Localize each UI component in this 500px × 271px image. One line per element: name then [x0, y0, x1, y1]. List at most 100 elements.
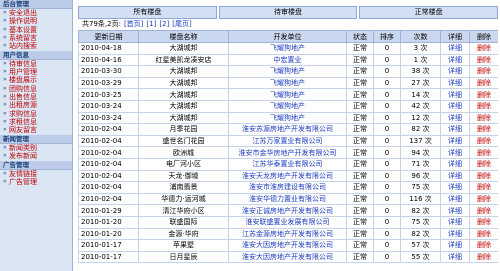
cell-developer-link[interactable]: 淮安大因房地产开发有限公司 — [228, 250, 347, 264]
cell-order: 0 — [373, 192, 401, 206]
sidebar-item[interactable]: » 发布新闻 — [0, 152, 72, 160]
header-count: 次数 — [400, 30, 441, 43]
pagination-last-link[interactable]: [尾页] — [172, 20, 191, 28]
detail-link[interactable]: 详细 — [440, 76, 470, 90]
cell-developer-link[interactable]: 飞耀狗地产 — [228, 42, 347, 55]
delete-link[interactable]: 删除 — [469, 157, 498, 171]
detail-link[interactable]: 详细 — [440, 88, 470, 101]
delete-link[interactable]: 删除 — [469, 146, 498, 159]
cell-developer-link[interactable]: 淮安市淮房建设有限公司 — [228, 181, 347, 194]
detail-link[interactable]: 详细 — [440, 204, 470, 217]
detail-link[interactable]: 详细 — [440, 146, 470, 159]
delete-link[interactable]: 删除 — [469, 111, 498, 125]
detail-link[interactable]: 详细 — [440, 169, 470, 183]
detail-link[interactable]: 详细 — [440, 65, 470, 78]
delete-link[interactable]: 删除 — [469, 250, 498, 264]
cell-developer-link[interactable]: 飞耀狗地产 — [228, 76, 347, 90]
cell-developer-link[interactable]: 飞耀狗地产 — [228, 99, 347, 113]
header-update-date: 更新日期 — [78, 30, 139, 43]
delete-link[interactable]: 删除 — [469, 192, 498, 206]
cell-listing-name: 欧洲城 — [138, 146, 229, 159]
cell-developer-link[interactable]: 淮安华德力置业有限公司 — [228, 192, 347, 206]
detail-link[interactable]: 详细 — [440, 181, 470, 194]
cell-developer-link[interactable]: 淮安苏源房地产开发有限公司 — [228, 123, 347, 136]
sidebar-item-label: 操作说明 — [9, 17, 37, 26]
sidebar-item[interactable]: » 待审信息 — [0, 60, 72, 68]
detail-link[interactable]: 详细 — [440, 239, 470, 252]
sidebar-item[interactable]: » 站内搜索 — [0, 42, 72, 50]
cell-developer-link[interactable]: 中宏置业 — [228, 53, 347, 67]
sidebar-item[interactable]: » 广告管理 — [0, 178, 72, 186]
cell-listing-name: 大湖城邦 — [138, 88, 229, 101]
cell-developer-link[interactable]: 飞耀狗地产 — [228, 88, 347, 101]
sidebar-item-label: 系统留言 — [9, 34, 37, 43]
detail-link[interactable]: 详细 — [440, 192, 470, 206]
tab-pending-listings[interactable]: 待审楼盘 — [218, 6, 358, 19]
table-header-row: 更新日期 楼盘名称 开发单位 状态 排序 次数 详细 删除 — [78, 30, 498, 43]
cell-developer-link[interactable]: 飞耀狗地产 — [228, 111, 347, 125]
sidebar-item[interactable]: » 团购信息 — [0, 85, 72, 93]
cell-developer-link[interactable]: 淮安天龙房地产开发有限公司 — [228, 169, 347, 183]
delete-link[interactable]: 删除 — [469, 65, 498, 78]
detail-link[interactable]: 详细 — [440, 123, 470, 136]
cell-view-count: 116 次 — [400, 192, 441, 206]
delete-link[interactable]: 删除 — [469, 76, 498, 90]
cell-developer-link[interactable]: 江苏华泰置业有限公司 — [228, 157, 347, 171]
cell-order: 0 — [373, 123, 401, 136]
cell-view-count: 82 次 — [400, 227, 441, 241]
cell-developer-link[interactable]: 淮安大因房地产开发有限公司 — [228, 239, 347, 252]
delete-link[interactable]: 删除 — [469, 134, 498, 148]
cell-status: 正常 — [346, 169, 374, 183]
pagination-page-1-link[interactable]: [1] — [146, 20, 156, 28]
sidebar-item[interactable]: » 求购信息 — [0, 110, 72, 118]
detail-link[interactable]: 详细 — [440, 157, 470, 171]
tab-normal-listings[interactable]: 正常楼盘 — [359, 6, 498, 19]
delete-link[interactable]: 删除 — [469, 88, 498, 101]
cell-developer-link[interactable]: 江苏金源房地产开发有限公司 — [228, 227, 347, 241]
cell-developer-link[interactable]: 淮安联盛置业发展有限公司 — [228, 215, 347, 229]
delete-link[interactable]: 删除 — [469, 53, 498, 67]
table-row: 2010-02-04 月季花园 淮安苏源房地产开发有限公司 正常 0 82 次详细 删除 — [78, 123, 498, 136]
detail-link[interactable]: 详细 — [440, 99, 470, 113]
sidebar-item[interactable]: » 友情链接 — [0, 170, 72, 178]
cell-status: 正常 — [346, 239, 374, 252]
sidebar-item[interactable]: » 基本设置 — [0, 26, 72, 34]
detail-link[interactable]: 详细 — [440, 42, 470, 55]
pagination-page-2-link[interactable]: [2] — [159, 20, 169, 28]
delete-link[interactable]: 删除 — [469, 204, 498, 217]
delete-link[interactable]: 删除 — [469, 239, 498, 252]
double-chevron-right-icon: » — [3, 17, 7, 25]
sidebar-item-label: 出租房源 — [9, 101, 37, 110]
cell-developer-link[interactable]: 淮安正诚房地产开发有限公司 — [228, 204, 347, 217]
cell-developer-link[interactable]: 淮安市金华房地产开发有限公司 — [228, 146, 347, 159]
detail-link[interactable]: 详细 — [440, 111, 470, 125]
delete-link[interactable]: 删除 — [469, 181, 498, 194]
delete-link[interactable]: 删除 — [469, 169, 498, 183]
cell-listing-name: 红星美凯龙凑安店 — [138, 53, 229, 67]
sidebar-item[interactable]: » 楼盘展示 — [0, 76, 72, 84]
cell-listing-name: 金源·华府 — [138, 227, 229, 241]
delete-link[interactable]: 删除 — [469, 227, 498, 241]
detail-link[interactable]: 详细 — [440, 227, 470, 241]
sidebar-item[interactable]: » 网友留言 — [0, 126, 72, 134]
cell-developer-link[interactable]: 飞耀狗地产 — [228, 65, 347, 78]
cell-update-date: 2010-02-04 — [78, 192, 139, 206]
tab-bar: 所有楼盘 待审楼盘 正常楼盘 — [78, 6, 498, 19]
cell-view-count: 94 次 — [400, 146, 441, 159]
cell-listing-name: 盛世名门花园 — [138, 134, 229, 148]
detail-link[interactable]: 详细 — [440, 53, 470, 67]
detail-link[interactable]: 详细 — [440, 134, 470, 148]
delete-link[interactable]: 删除 — [469, 123, 498, 136]
cell-developer-link[interactable]: 江苏万家置业有限公司 — [228, 134, 347, 148]
sidebar-item[interactable]: » 出租房源 — [0, 101, 72, 109]
tab-all-listings[interactable]: 所有楼盘 — [78, 6, 217, 19]
sidebar-item[interactable]: » 操作说明 — [0, 17, 72, 25]
sidebar-item[interactable]: » 新闻类别 — [0, 144, 72, 152]
delete-link[interactable]: 删除 — [469, 215, 498, 229]
delete-link[interactable]: 删除 — [469, 42, 498, 55]
pagination-first-link[interactable]: [首页] — [124, 20, 143, 28]
delete-link[interactable]: 删除 — [469, 99, 498, 113]
double-chevron-right-icon: » — [3, 59, 7, 67]
detail-link[interactable]: 详细 — [440, 215, 470, 229]
detail-link[interactable]: 详细 — [440, 250, 470, 264]
